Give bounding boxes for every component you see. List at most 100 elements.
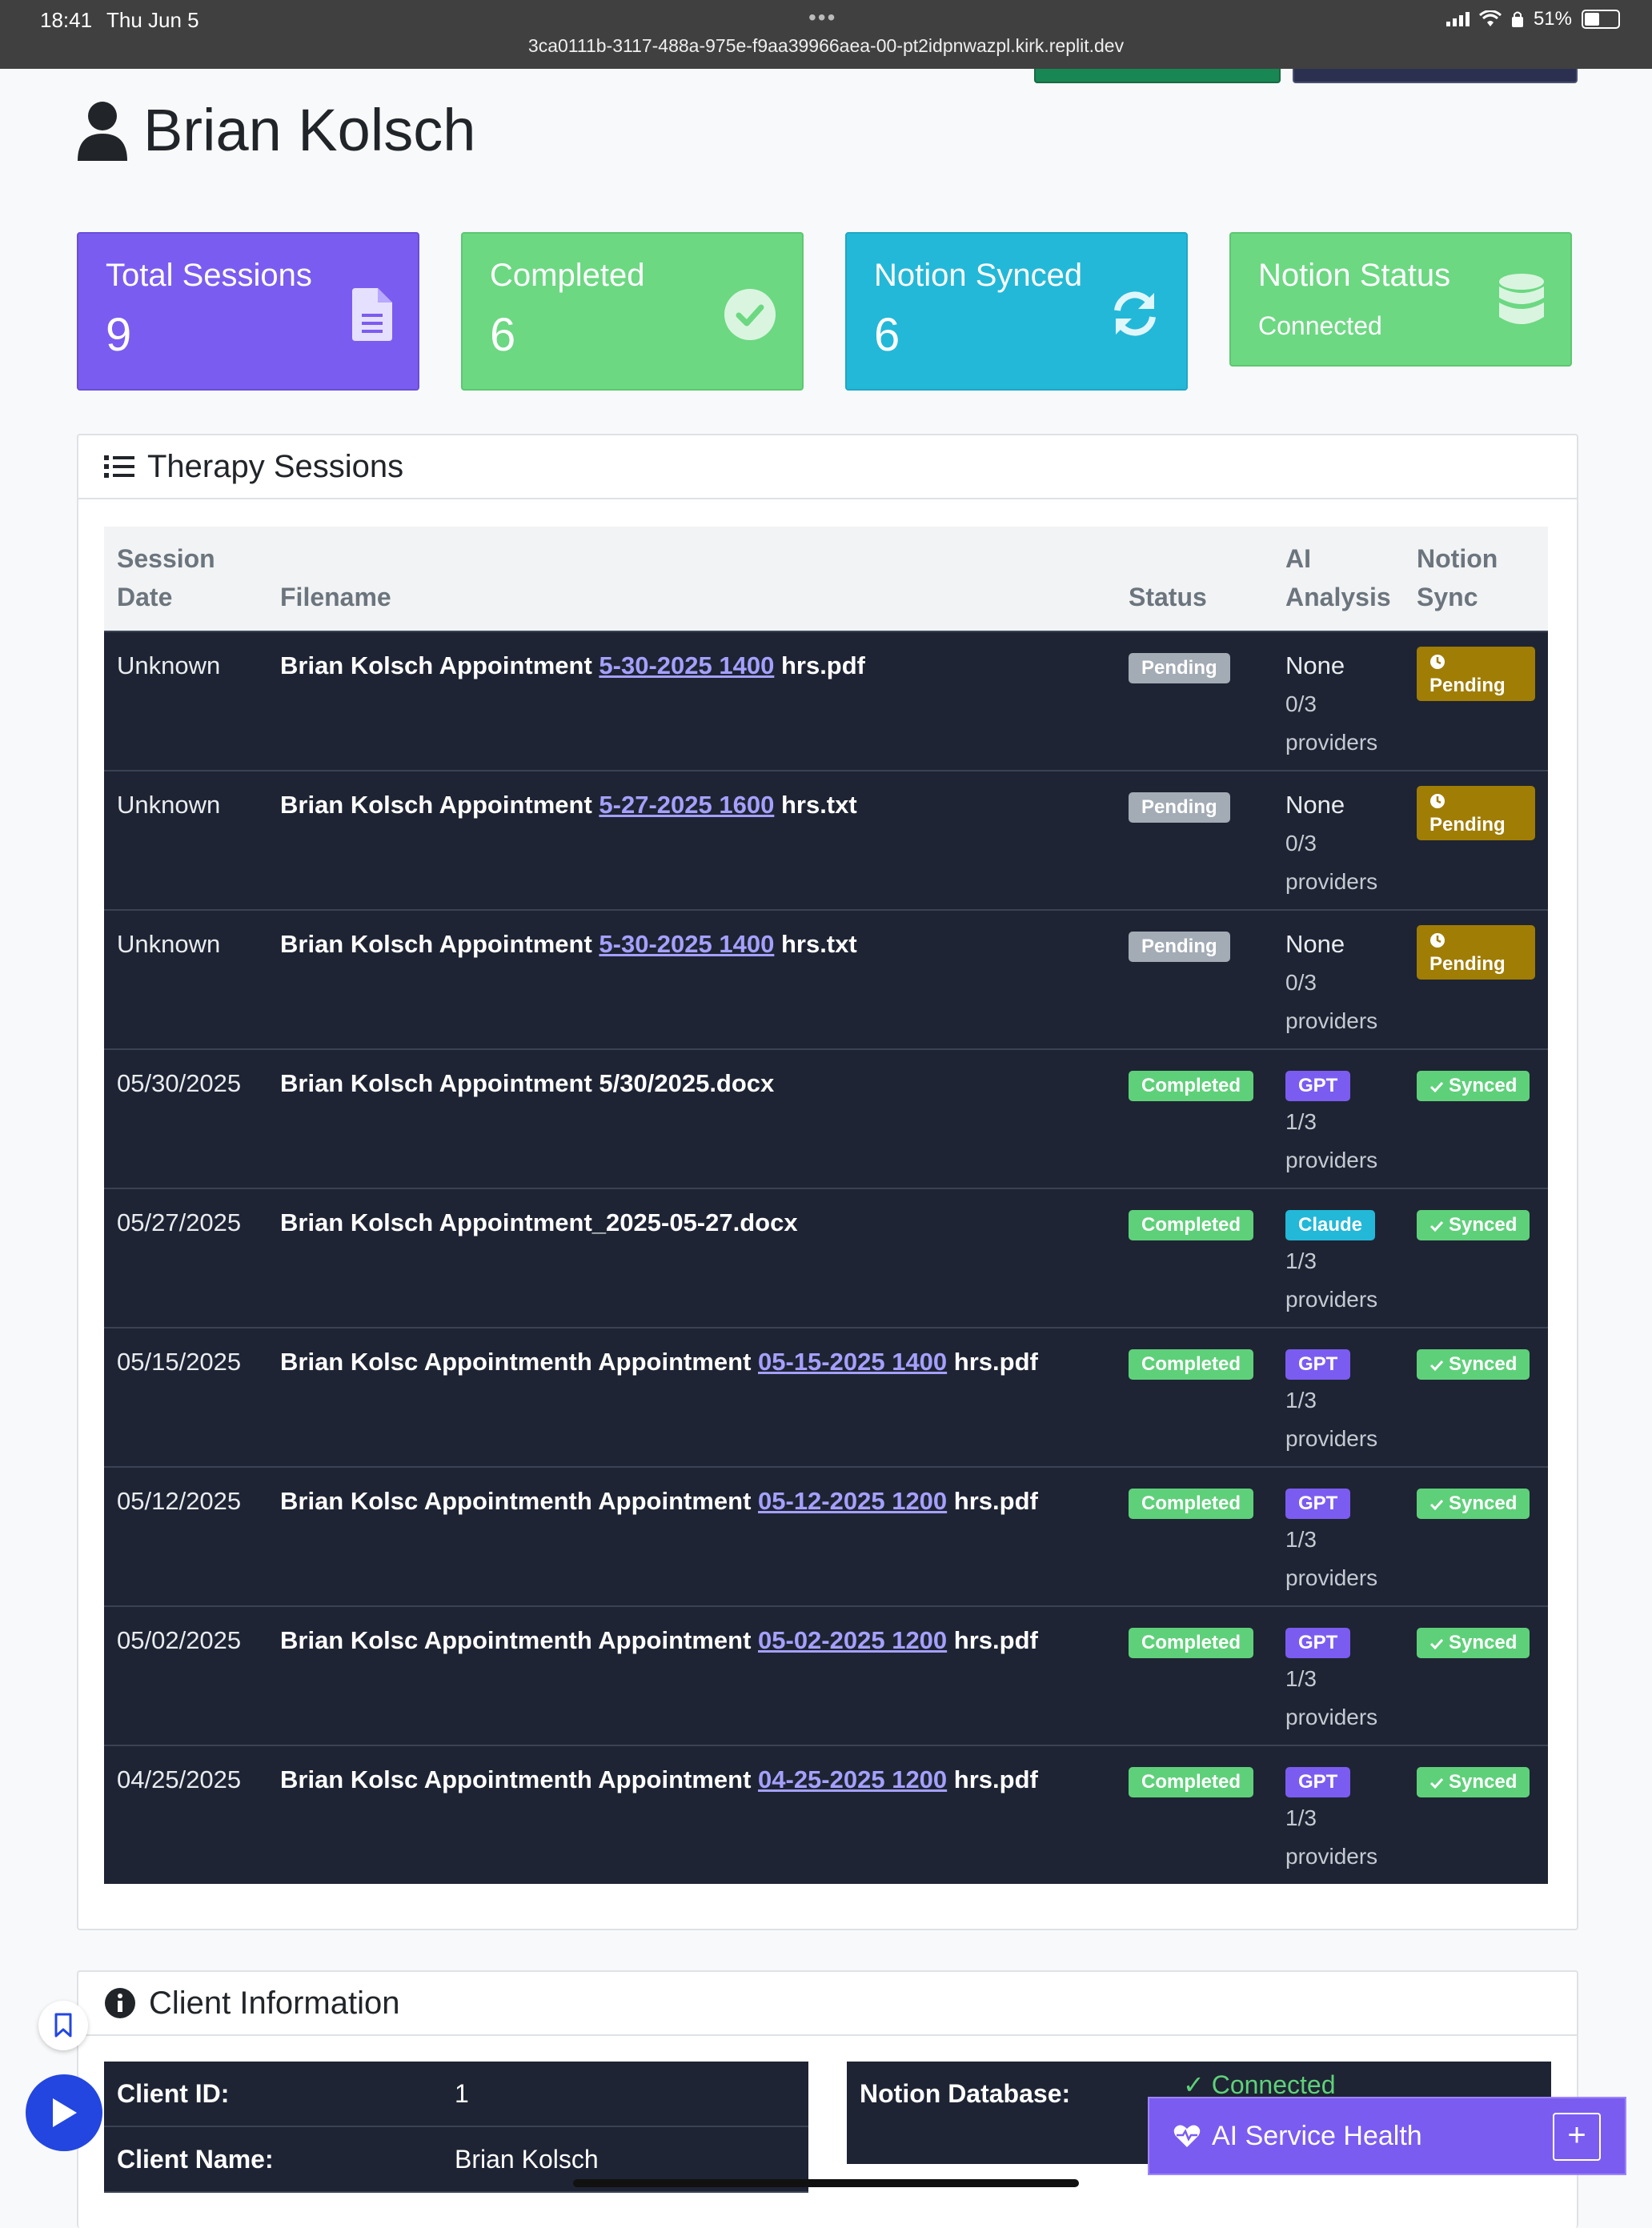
client-name-label: Client Name: [104,2126,442,2193]
expand-button[interactable]: + [1553,2113,1601,2161]
ai-provider-label: providers [1285,730,1378,755]
col-header-session-date[interactable]: Session Date [104,527,267,631]
ai-provider-count: 1/3 [1285,1805,1317,1830]
table-row[interactable]: 05/02/2025 Brian Kolsc Appointmenth Appoi… [104,1605,1548,1745]
table-row[interactable]: 04/25/2025 Brian Kolsc Appointmenth Appoi… [104,1745,1548,1884]
notion-sync-badge: Synced [1417,1489,1530,1519]
wifi-icon [1478,10,1502,26]
session-notion-sync: Synced [1404,1605,1548,1745]
col-header-ai-analysis[interactable]: AI Analysis [1273,527,1404,631]
table-row[interactable]: Unknown Brian Kolsch Appointment 5-30-202… [104,631,1548,771]
ai-provider-label: providers [1285,1844,1378,1869]
therapy-sessions-panel: Therapy Sessions Session Date Filename St… [77,434,1578,1930]
session-notion-sync: Synced [1404,1048,1548,1188]
bookmark-button[interactable] [38,2001,88,2050]
top-action-button-dark[interactable] [1293,69,1578,83]
more-dots-icon[interactable]: ••• [808,5,836,30]
panel-title: Therapy Sessions [147,448,404,484]
top-action-button-green[interactable] [1034,69,1281,83]
stat-card-completed: Completed 6 [461,232,804,391]
session-status: Pending [1116,909,1273,1049]
session-notion-sync: Synced [1404,1327,1548,1467]
session-filename: Brian Kolsc Appointmenth Appointment 05-… [267,1466,1116,1606]
table-row[interactable]: 05/15/2025 Brian Kolsc Appointmenth Appoi… [104,1327,1548,1467]
ai-provider-count: 1/3 [1285,1527,1317,1552]
check-icon [1429,1081,1444,1093]
signal-icon [1446,12,1470,26]
clock-icon [1430,933,1445,948]
battery-icon [1582,10,1620,29]
ai-provider-count: 1/3 [1285,1388,1317,1413]
status-time: 18:41 [40,8,93,32]
notion-sync-badge: Pending [1417,925,1535,980]
filename-suffix: hrs.pdf [947,1765,1038,1793]
status-badge: Pending [1129,792,1230,823]
session-date: 05/02/2025 [104,1605,267,1745]
filename-text: Brian Kolsc Appointmenth Appointment [280,1348,759,1376]
ai-provider-count: 0/3 [1285,831,1317,856]
filename-link[interactable]: 5-30-2025 1400 [599,930,774,958]
notion-sync-badge: Pending [1417,786,1535,840]
col-header-status[interactable]: Status [1116,527,1273,631]
session-status: Pending [1116,631,1273,771]
filename-link[interactable]: 5-30-2025 1400 [599,651,774,679]
client-id-value: 1 [442,2062,808,2127]
ai-provider-label: providers [1285,1426,1378,1451]
filename-link[interactable]: 5-27-2025 1600 [599,791,774,819]
battery-percent: 51% [1533,8,1572,30]
status-badge: Completed [1129,1767,1254,1797]
session-ai-analysis: GPT 1/3 providers [1273,1048,1404,1188]
status-badge: Completed [1129,1210,1254,1240]
file-icon [352,288,392,341]
session-filename: Brian Kolsch Appointment 5/30/2025.docx [267,1048,1116,1188]
col-header-notion-sync[interactable]: Notion Sync [1404,527,1548,631]
ai-service-health-widget[interactable]: AI Service Health + [1148,2097,1626,2175]
session-status: Completed [1116,1188,1273,1328]
session-filename: Brian Kolsch Appointment 5-30-2025 1400 … [267,909,1116,1049]
table-header-row: Session Date Filename Status AI Analysis N… [104,527,1548,631]
list-icon [104,455,134,478]
filename-suffix: hrs.txt [774,930,857,958]
filename-link[interactable]: 04-25-2025 1200 [758,1765,947,1793]
session-ai-analysis: None 0/3 providers [1273,770,1404,910]
filename-text: Brian Kolsch Appointment [280,930,599,958]
session-ai-analysis: GPT 1/3 providers [1273,1327,1404,1467]
table-row[interactable]: Unknown Brian Kolsch Appointment 5-27-202… [104,770,1548,910]
session-date: 05/27/2025 [104,1188,267,1328]
home-indicator [573,2179,1079,2187]
notion-database-label: Notion Database: [860,2079,1071,2108]
ai-provider-label: providers [1285,1705,1378,1729]
table-row[interactable]: Unknown Brian Kolsch Appointment 5-30-202… [104,909,1548,1049]
ai-provider-badge: GPT [1285,1628,1351,1658]
table-row[interactable]: 05/27/2025 Brian Kolsch Appointment_2025-… [104,1188,1548,1328]
session-notion-sync: Pending [1404,631,1548,771]
col-header-filename[interactable]: Filename [267,527,1116,631]
filename-link[interactable]: 05-12-2025 1200 [758,1487,947,1515]
check-icon [1429,1360,1444,1372]
notion-sync-badge: Synced [1417,1071,1530,1101]
filename-suffix: hrs.pdf [947,1626,1038,1654]
ai-provider-label: providers [1285,1565,1378,1590]
user-icon [78,101,127,161]
filename-link[interactable]: 05-15-2025 1400 [758,1348,947,1376]
stat-card-total-sessions: Total Sessions 9 [77,232,419,391]
heart-pulse-icon [1173,2125,1201,2147]
session-status: Completed [1116,1327,1273,1467]
ai-provider-badge: Claude [1285,1210,1376,1240]
session-ai-analysis: GPT 1/3 providers [1273,1745,1404,1884]
session-ai-analysis: None 0/3 providers [1273,909,1404,1049]
session-filename: Brian Kolsch Appointment_2025-05-27.docx [267,1188,1116,1328]
filename-suffix: hrs.pdf [774,651,866,679]
ai-provider-label: providers [1285,1148,1378,1172]
ios-status-bar: 18:41 Thu Jun 5 ••• 3ca0111b-3117-488a-9… [0,0,1652,69]
session-status: Completed [1116,1048,1273,1188]
play-button[interactable] [26,2074,102,2151]
url-bar[interactable]: 3ca0111b-3117-488a-975e-f9aa39966aea-00-… [0,35,1652,57]
session-ai-analysis: GPT 1/3 providers [1273,1605,1404,1745]
session-status: Pending [1116,770,1273,910]
table-row[interactable]: 05/30/2025 Brian Kolsch Appointment 5/30/… [104,1048,1548,1188]
filename-link[interactable]: 05-02-2025 1200 [758,1626,947,1654]
table-row[interactable]: 05/12/2025 Brian Kolsc Appointmenth Appoi… [104,1466,1548,1606]
session-date: Unknown [104,631,267,771]
panel-header: Client Information [78,1972,1577,2036]
